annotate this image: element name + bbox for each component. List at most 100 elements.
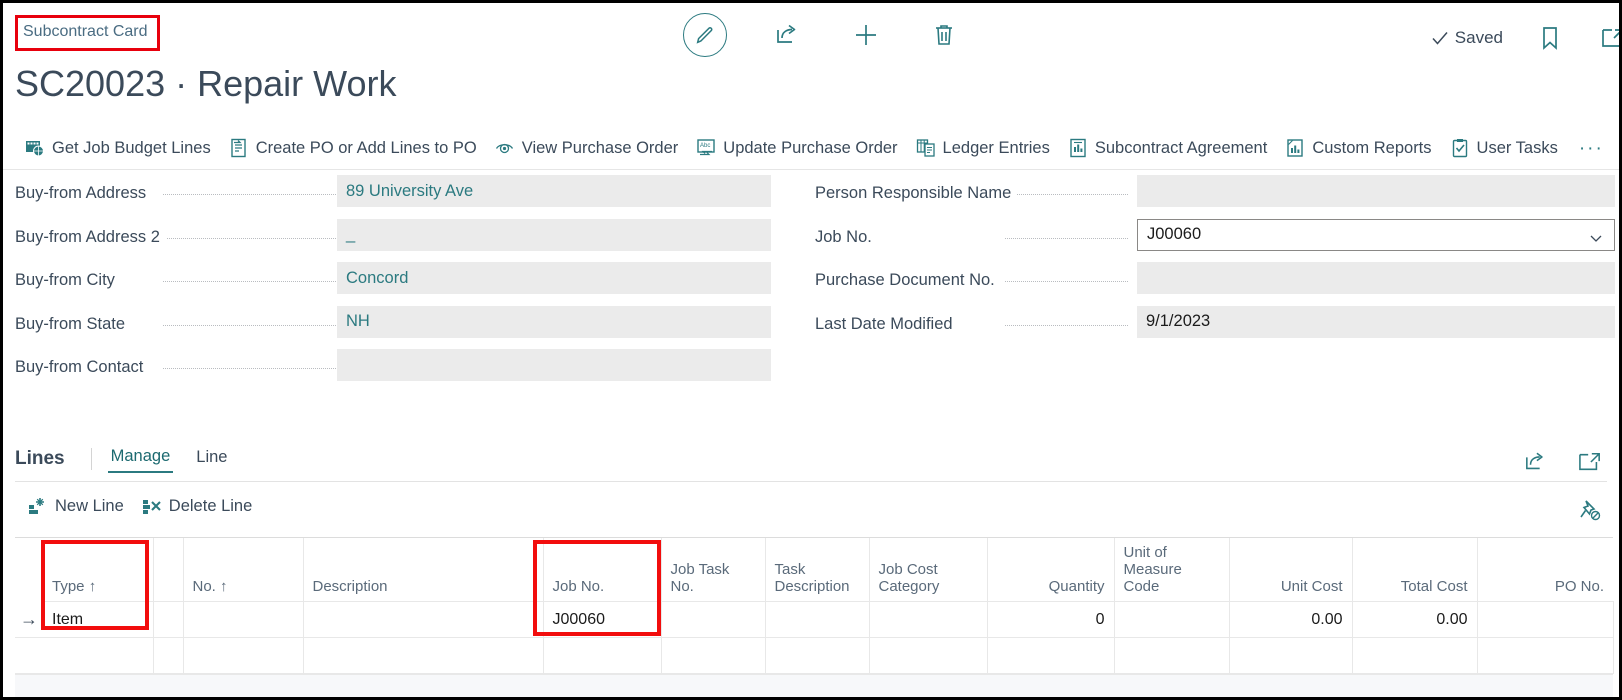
cell-quantity[interactable]: 0 [987, 602, 1114, 638]
delete-line-icon [142, 496, 162, 516]
cell-job-no[interactable] [543, 638, 661, 674]
cell-job-no[interactable]: J00060 [543, 602, 661, 638]
ribbon-label: Ledger Entries [943, 139, 1050, 158]
ribbon-item-custom-reports[interactable]: Custom Reports [1276, 129, 1440, 167]
cell-unit-cost[interactable]: 0.00 [1229, 602, 1352, 638]
leader-dots [1005, 237, 1128, 239]
col-label: Job Cost Category [879, 561, 940, 595]
ribbon-item-ledger-entries[interactable]: Ledger Entries [907, 129, 1059, 167]
cell-unit-of-measure-code[interactable] [1114, 602, 1229, 638]
col-header-spacer [153, 538, 183, 602]
ribbon-item-get-job-budget-lines[interactable]: Get Job Budget Lines [16, 129, 220, 167]
field-value-input[interactable]: NH [337, 306, 771, 338]
ribbon-item-user-tasks[interactable]: User Tasks [1441, 129, 1567, 167]
field-job-no: Job No. J00060 [815, 217, 1615, 261]
col-header-description[interactable]: Description [303, 538, 543, 602]
plus-icon [852, 21, 880, 49]
cell-spacer-highlight[interactable] [153, 602, 183, 638]
breadcrumb: Subcontract Card [15, 15, 160, 51]
cell-no[interactable] [183, 602, 303, 638]
ribbon-item-update-purchase-order[interactable]: Abc Update Purchase Order [687, 129, 906, 167]
col-header-type[interactable]: Type ↑ [43, 538, 153, 602]
row-indicator-header [15, 538, 43, 602]
share-button[interactable] [771, 18, 805, 52]
lines-share-button[interactable] [1519, 445, 1553, 479]
field-value-input[interactable] [1137, 262, 1615, 294]
col-label: Unit of Measure Code [1124, 544, 1182, 595]
get-job-budget-lines-icon [25, 138, 45, 158]
cell-no[interactable] [183, 638, 303, 674]
cell-quantity[interactable] [987, 638, 1114, 674]
sort-asc-icon: ↑ [89, 578, 97, 595]
cell-description[interactable] [303, 638, 543, 674]
col-header-total-cost[interactable]: Total Cost [1352, 538, 1477, 602]
view-purchase-order-icon [495, 138, 515, 158]
cell-po-no[interactable] [1477, 638, 1613, 674]
field-value-input[interactable] [337, 349, 771, 381]
new-button[interactable] [849, 18, 883, 52]
col-header-po-no[interactable]: PO No. [1477, 538, 1613, 602]
col-header-task-description[interactable]: Task Description [765, 538, 869, 602]
cell-unit-of-measure-code[interactable] [1114, 638, 1229, 674]
lines-section-header: Lines Manage Line [3, 440, 1619, 478]
col-header-job-task-no[interactable]: Job Task No. [661, 538, 765, 602]
field-person-responsible-name: Person Responsible Name [815, 173, 1615, 217]
tab-line[interactable]: Line [193, 446, 230, 472]
cell-total-cost[interactable]: 0.00 [1352, 602, 1477, 638]
field-buy-from-contact: Buy-from Contact [15, 347, 771, 391]
delete-button[interactable] [927, 18, 961, 52]
lines-expand-button[interactable] [1573, 445, 1607, 479]
new-line-label: New Line [55, 497, 124, 516]
field-value-input[interactable]: _ [337, 219, 771, 251]
field-value-input[interactable]: 89 University Ave [337, 175, 771, 207]
cell-spacer[interactable] [153, 638, 183, 674]
update-purchase-order-icon: Abc [696, 138, 716, 158]
cell-unit-cost[interactable] [1229, 638, 1352, 674]
ribbon-item-create-po[interactable]: Create PO or Add Lines to PO [220, 129, 486, 167]
col-header-quantity[interactable]: Quantity [987, 538, 1114, 602]
cell-description[interactable] [303, 602, 543, 638]
col-header-job-cost-category[interactable]: Job Cost Category [869, 538, 987, 602]
ribbon-item-view-purchase-order[interactable]: View Purchase Order [486, 129, 688, 167]
subcontract-agreement-icon [1068, 138, 1088, 158]
cell-task-description[interactable] [765, 602, 869, 638]
chevron-down-icon[interactable] [1589, 231, 1603, 245]
trash-icon [933, 23, 955, 47]
cell-task-description[interactable] [765, 638, 869, 674]
col-header-unit-cost[interactable]: Unit Cost [1229, 538, 1352, 602]
cell-total-cost[interactable] [1352, 638, 1477, 674]
breadcrumb-label[interactable]: Subcontract Card [23, 23, 148, 40]
ledger-entries-icon [916, 138, 936, 158]
field-value-input[interactable] [1137, 175, 1615, 207]
open-in-new-window-button[interactable] [1597, 21, 1622, 55]
edit-pencil-button[interactable] [683, 13, 727, 57]
col-header-unit-of-measure-code[interactable]: Unit of Measure Code [1114, 538, 1229, 602]
table-row[interactable]: → Item J00060 0 0.00 0.00 [15, 602, 1613, 638]
col-header-job-no[interactable]: Job No. [543, 538, 661, 602]
field-value-input[interactable]: Concord [337, 262, 771, 294]
general-left-column: Buy-from Address 89 University Ave Buy-f… [15, 173, 771, 391]
unpin-button[interactable] [1573, 493, 1607, 527]
cell-job-task-no[interactable] [661, 638, 765, 674]
bookmark-button[interactable] [1533, 21, 1567, 55]
table-row[interactable] [15, 638, 1613, 674]
new-line-button[interactable]: New Line [19, 487, 133, 525]
cell-job-task-no[interactable] [661, 602, 765, 638]
field-label: Purchase Document No. [815, 271, 1001, 290]
cell-type[interactable]: Item [43, 602, 153, 638]
cell-po-no[interactable] [1477, 602, 1613, 638]
col-header-no[interactable]: No. ↑ [183, 538, 303, 602]
ribbon-item-subcontract-agreement[interactable]: Subcontract Agreement [1059, 129, 1276, 167]
field-last-date-modified: Last Date Modified 9/1/2023 [815, 304, 1615, 348]
field-label: Buy-from State [15, 315, 131, 334]
ribbon-label: Update Purchase Order [723, 139, 897, 158]
job-no-input[interactable]: J00060 [1137, 219, 1615, 251]
cell-type[interactable] [43, 638, 153, 674]
ribbon-more-button[interactable]: ··· [1567, 139, 1616, 158]
cell-job-cost-category[interactable] [869, 602, 987, 638]
cell-job-cost-category[interactable] [869, 638, 987, 674]
leader-dots [163, 280, 336, 282]
ribbon-label: User Tasks [1477, 139, 1558, 158]
delete-line-button[interactable]: Delete Line [133, 487, 261, 525]
tab-manage[interactable]: Manage [108, 445, 174, 473]
